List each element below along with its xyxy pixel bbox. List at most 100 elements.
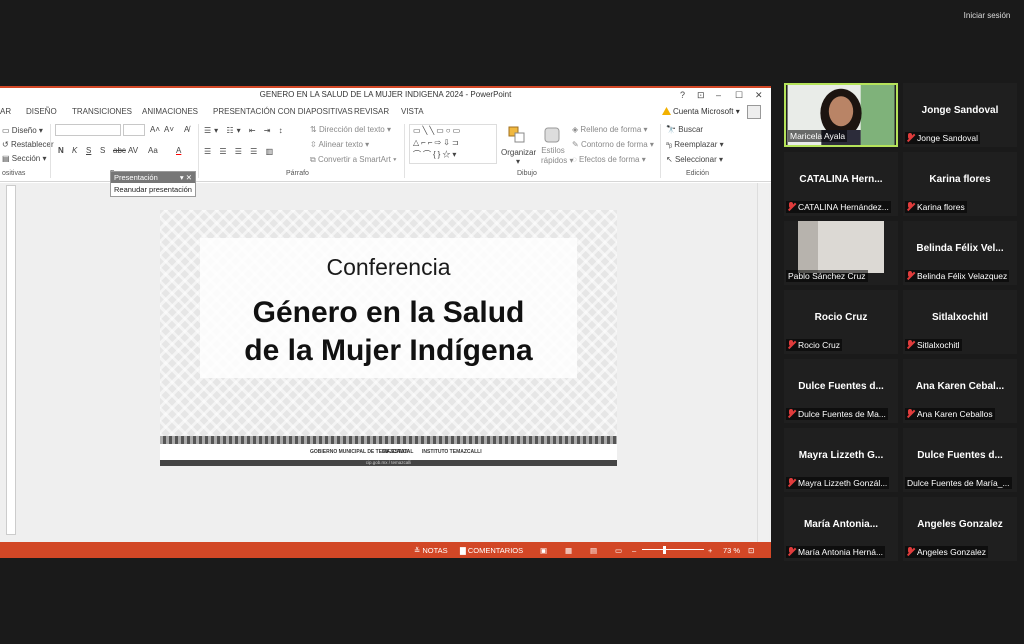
popup-header[interactable]: Presentación ▾ ✕	[111, 172, 195, 183]
logo-dif: DIF ESTATAL	[382, 449, 414, 455]
notes-button[interactable]: ≚ NOTAS	[414, 546, 448, 555]
organizar-button[interactable]: Organizar ▾	[501, 148, 536, 166]
participant-name: Dulce Fuentes d...	[798, 381, 884, 392]
text-direction-button[interactable]: ⇅ Dirección del texto ▾	[310, 125, 391, 134]
participant-tile[interactable]: Jonge Sandoval Jonge Sandoval	[903, 83, 1017, 147]
tab-vista[interactable]: VISTA	[401, 107, 424, 116]
underline-button[interactable]: S	[86, 146, 91, 155]
participant-tile[interactable]: Ana Karen Cebal... Ana Karen Ceballos	[903, 359, 1017, 423]
reading-view-icon[interactable]: ▤	[590, 546, 597, 555]
participant-label: Jonge Sandoval	[905, 132, 980, 144]
title-bar: GENERO EN LA SALUD DE LA MUJER INDIGENA …	[0, 86, 771, 104]
tab-animaciones[interactable]: ANIMACIONES	[142, 107, 198, 116]
ribbon-options-icon[interactable]: ⊡	[697, 90, 705, 101]
participant-label: Ana Karen Ceballos	[905, 408, 995, 420]
shrink-font-button[interactable]: A˅	[164, 125, 174, 134]
align-buttons[interactable]: ☰ ☰ ☰ ☰ ▥	[204, 147, 276, 156]
participant-tile[interactable]: Sitlalxochitl Sitlalxochitl	[903, 290, 1017, 354]
buscar-button[interactable]: 🔭 Buscar	[666, 125, 703, 134]
normal-view-icon[interactable]: ▣	[540, 546, 547, 555]
resume-presentation-item[interactable]: Reanudar presentación	[111, 183, 195, 196]
strikethrough-button[interactable]: abc	[113, 146, 126, 155]
tab-diseno[interactable]: DISEÑO	[26, 107, 57, 116]
fit-slide-icon[interactable]: ⊡	[748, 546, 754, 555]
shape-effects-button[interactable]: ◌ Efectos de forma ▾	[572, 155, 646, 164]
participant-tile[interactable]: Dulce Fuentes d... Dulce Fuentes de María…	[903, 428, 1017, 492]
estilos-button[interactable]: Estilos rápidos ▾	[541, 146, 574, 166]
reemplazar-button[interactable]: ᵃᵦ Reemplazar ▾	[666, 140, 724, 149]
font-color-button[interactable]: A	[176, 146, 181, 155]
quick-styles-icon	[544, 127, 560, 143]
italic-button[interactable]: K	[72, 146, 77, 155]
muted-mic-icon	[907, 133, 914, 142]
help-icon[interactable]: ?	[680, 90, 685, 100]
change-case-button[interactable]: Aa	[148, 146, 158, 155]
popup-title: Presentación	[114, 173, 158, 182]
seccion-button[interactable]: ▤ Sección ▾	[2, 154, 47, 163]
minimize-icon[interactable]: –	[716, 90, 721, 100]
tab-revisar[interactable]: REVISAR	[354, 107, 389, 116]
slideshow-view-icon[interactable]: ▭	[615, 546, 622, 555]
maximize-icon[interactable]: ☐	[735, 90, 743, 101]
participant-label-text: Sitlalxochitl	[917, 340, 960, 350]
account-menu[interactable]: Cuenta Microsoft ▾	[662, 107, 740, 116]
participant-name: Karina flores	[929, 174, 991, 185]
slide-footer: cip.gob.mx / temazcalli	[160, 460, 617, 466]
zoom-out-icon[interactable]: –	[632, 546, 636, 555]
participant-label-text: Jonge Sandoval	[917, 133, 978, 143]
participant-tile[interactable]: Mayra Lizzeth G... Mayra Lizzeth Gonzál..…	[784, 428, 898, 492]
align-text-button[interactable]: ⇳ Alinear texto ▾	[310, 140, 369, 149]
participant-label-text: Mayra Lizzeth Gonzál...	[798, 478, 888, 488]
tab-partial[interactable]: AR	[0, 107, 11, 116]
participant-label-text: Karina flores	[917, 202, 965, 212]
shapes-gallery[interactable]: ▭╲╲▭○▭ △⌐⌐⇨⇩⊐ ⌒⌒{}☆▾	[409, 124, 497, 164]
popup-close-icon[interactable]: ▾ ✕	[180, 172, 192, 183]
tab-presentacion[interactable]: PRESENTACIÓN CON DIAPOSITIVAS	[213, 107, 353, 116]
bold-button[interactable]: N	[58, 146, 64, 155]
participant-tile[interactable]: Pablo Sánchez Cruz	[784, 221, 898, 285]
font-name-box[interactable]	[55, 124, 121, 136]
zoom-slider[interactable]	[642, 549, 704, 550]
vertical-scrollbar[interactable]	[757, 183, 769, 544]
participant-tile[interactable]: Karina flores Karina flores	[903, 152, 1017, 216]
avatar[interactable]	[747, 105, 761, 119]
participant-tile[interactable]: Maricela Ayala	[784, 83, 898, 147]
clear-format-button[interactable]: A̸	[184, 125, 189, 134]
shape-fill-button[interactable]: ◈ Relleno de forma ▾	[572, 125, 648, 134]
slide[interactable]: Conferencia Género en la Salud de la Muj…	[160, 210, 617, 466]
account-label: Cuenta Microsoft	[673, 107, 734, 116]
participant-label-text: María Antonia Herná...	[798, 547, 884, 557]
zoom-level[interactable]: 73 %	[723, 546, 740, 555]
restablecer-button[interactable]: ↺ Restablecer	[2, 140, 54, 149]
ribbon-separator	[198, 124, 199, 178]
participant-label: Pablo Sánchez Cruz	[786, 270, 868, 282]
participant-tile[interactable]: CATALINA Hern... CATALINA Hernández...	[784, 152, 898, 216]
participant-tile[interactable]: Rocio Cruz Rocio Cruz	[784, 290, 898, 354]
diseno-button[interactable]: ▭ Diseño ▾	[2, 126, 43, 135]
participant-label-text: Rocio Cruz	[798, 340, 841, 350]
participant-label-text: Ana Karen Ceballos	[917, 409, 993, 419]
zoom-slider-knob[interactable]	[663, 546, 666, 554]
zoom-in-icon[interactable]: +	[708, 546, 712, 555]
char-spacing-button[interactable]: AV	[128, 146, 138, 155]
participant-tile[interactable]: Belinda Félix Vel... Belinda Félix Velazq…	[903, 221, 1017, 285]
participant-tile[interactable]: María Antonia... María Antonia Herná...	[784, 497, 898, 561]
grow-font-button[interactable]: A˄	[150, 125, 160, 134]
participant-tile[interactable]: Angeles Gonzalez Angeles Gonzalez	[903, 497, 1017, 561]
tab-transiciones[interactable]: TRANSICIONES	[72, 107, 132, 116]
participant-tile[interactable]: Dulce Fuentes d... Dulce Fuentes de Ma...	[784, 359, 898, 423]
shape-outline-button[interactable]: ✎ Contorno de forma ▾	[572, 140, 654, 149]
font-size-box[interactable]	[123, 124, 145, 136]
seleccionar-button[interactable]: ↖ Seleccionar ▾	[666, 155, 723, 164]
close-icon[interactable]: ✕	[755, 90, 763, 101]
participant-name: Mayra Lizzeth G...	[798, 450, 884, 461]
sorter-view-icon[interactable]: ▦	[565, 546, 572, 555]
smartart-label: Convertir a SmartArt	[317, 155, 391, 164]
comments-button[interactable]: ▇ COMENTARIOS	[460, 546, 523, 555]
signin-button[interactable]: Iniciar sesión	[958, 8, 1016, 24]
smartart-button[interactable]: ⧉ Convertir a SmartArt ▾	[310, 155, 396, 165]
list-buttons[interactable]: ☰▾ ☷▾ ⇤ ⇥ ↕	[204, 126, 286, 135]
presentation-popup: Presentación ▾ ✕ Reanudar presentación	[110, 171, 196, 197]
shadow-button[interactable]: S	[100, 146, 105, 155]
arrange-icon	[508, 126, 525, 143]
